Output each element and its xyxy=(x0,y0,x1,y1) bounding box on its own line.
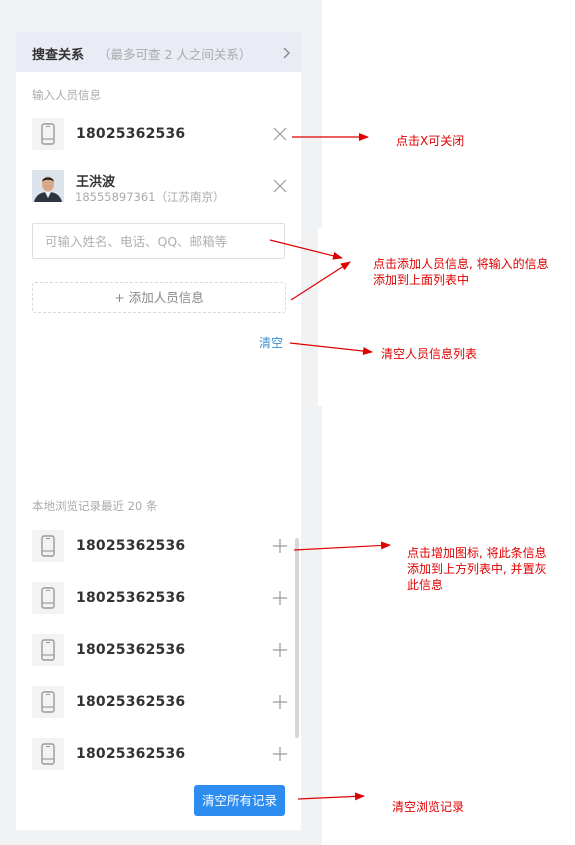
history-phone-number: 18025362536 xyxy=(76,538,186,554)
mobile-phone-icon xyxy=(32,582,64,614)
history-section-label: 本地浏览记录最近 20 条 xyxy=(32,499,158,513)
clear-person-list-link[interactable]: 清空 xyxy=(259,334,283,351)
history-phone-number: 18025362536 xyxy=(76,746,186,762)
annotation-plus-line2: 添加到上方列表中, 并置灰 xyxy=(407,562,547,576)
plus-icon[interactable] xyxy=(272,694,288,710)
annotation-clear-history: 清空浏览记录 xyxy=(392,800,465,814)
phone-number: 18025362536 xyxy=(76,126,186,142)
mobile-phone-icon xyxy=(32,118,64,150)
person-detail: 18555897361（江苏南京） xyxy=(75,190,225,204)
chevron-right-icon[interactable] xyxy=(278,45,294,61)
panel-subtitle: （最多可查 2 人之间关系） xyxy=(98,47,252,62)
panel-header[interactable]: 搜查关系 （最多可查 2 人之间关系） xyxy=(16,32,301,72)
mobile-phone-icon xyxy=(32,634,64,666)
panel-edge xyxy=(318,228,322,406)
history-scrollbar[interactable] xyxy=(295,538,299,738)
history-phone-number: 18025362536 xyxy=(76,694,186,710)
close-icon[interactable] xyxy=(272,126,288,142)
annotation-add-line1: 点击添加人员信息, 将输入的信息 xyxy=(373,257,549,271)
mobile-phone-icon xyxy=(32,530,64,562)
plus-icon[interactable] xyxy=(272,538,288,554)
relation-search-panel: 搜查关系 （最多可查 2 人之间关系） 输入人员信息 18025362536 王… xyxy=(16,32,301,830)
avatar xyxy=(32,170,64,202)
input-section-label: 输入人员信息 xyxy=(32,88,101,102)
clear-all-records-button[interactable]: 清空所有记录 xyxy=(194,785,285,816)
add-person-button[interactable]: + 添加人员信息 xyxy=(32,282,286,313)
history-phone-number: 18025362536 xyxy=(76,642,186,658)
mobile-phone-icon xyxy=(32,738,64,770)
history-phone-number: 18025362536 xyxy=(76,590,186,606)
annotation-plus-line3: 此信息 xyxy=(407,578,444,592)
annotation-plus-line1: 点击增加图标, 将此条信息 xyxy=(407,546,547,560)
close-icon[interactable] xyxy=(272,178,288,194)
annotation-close: 点击X可关闭 xyxy=(396,134,465,148)
annotation-clear: 清空人员信息列表 xyxy=(381,347,478,361)
annotation-add-line2: 添加到上面列表中 xyxy=(373,273,470,287)
plus-icon[interactable] xyxy=(272,642,288,658)
panel-title: 搜查关系 xyxy=(32,48,85,63)
person-name: 王洪波 xyxy=(76,175,116,190)
search-input[interactable] xyxy=(32,223,285,259)
plus-icon[interactable] xyxy=(272,746,288,762)
mobile-phone-icon xyxy=(32,686,64,718)
plus-icon[interactable] xyxy=(272,590,288,606)
